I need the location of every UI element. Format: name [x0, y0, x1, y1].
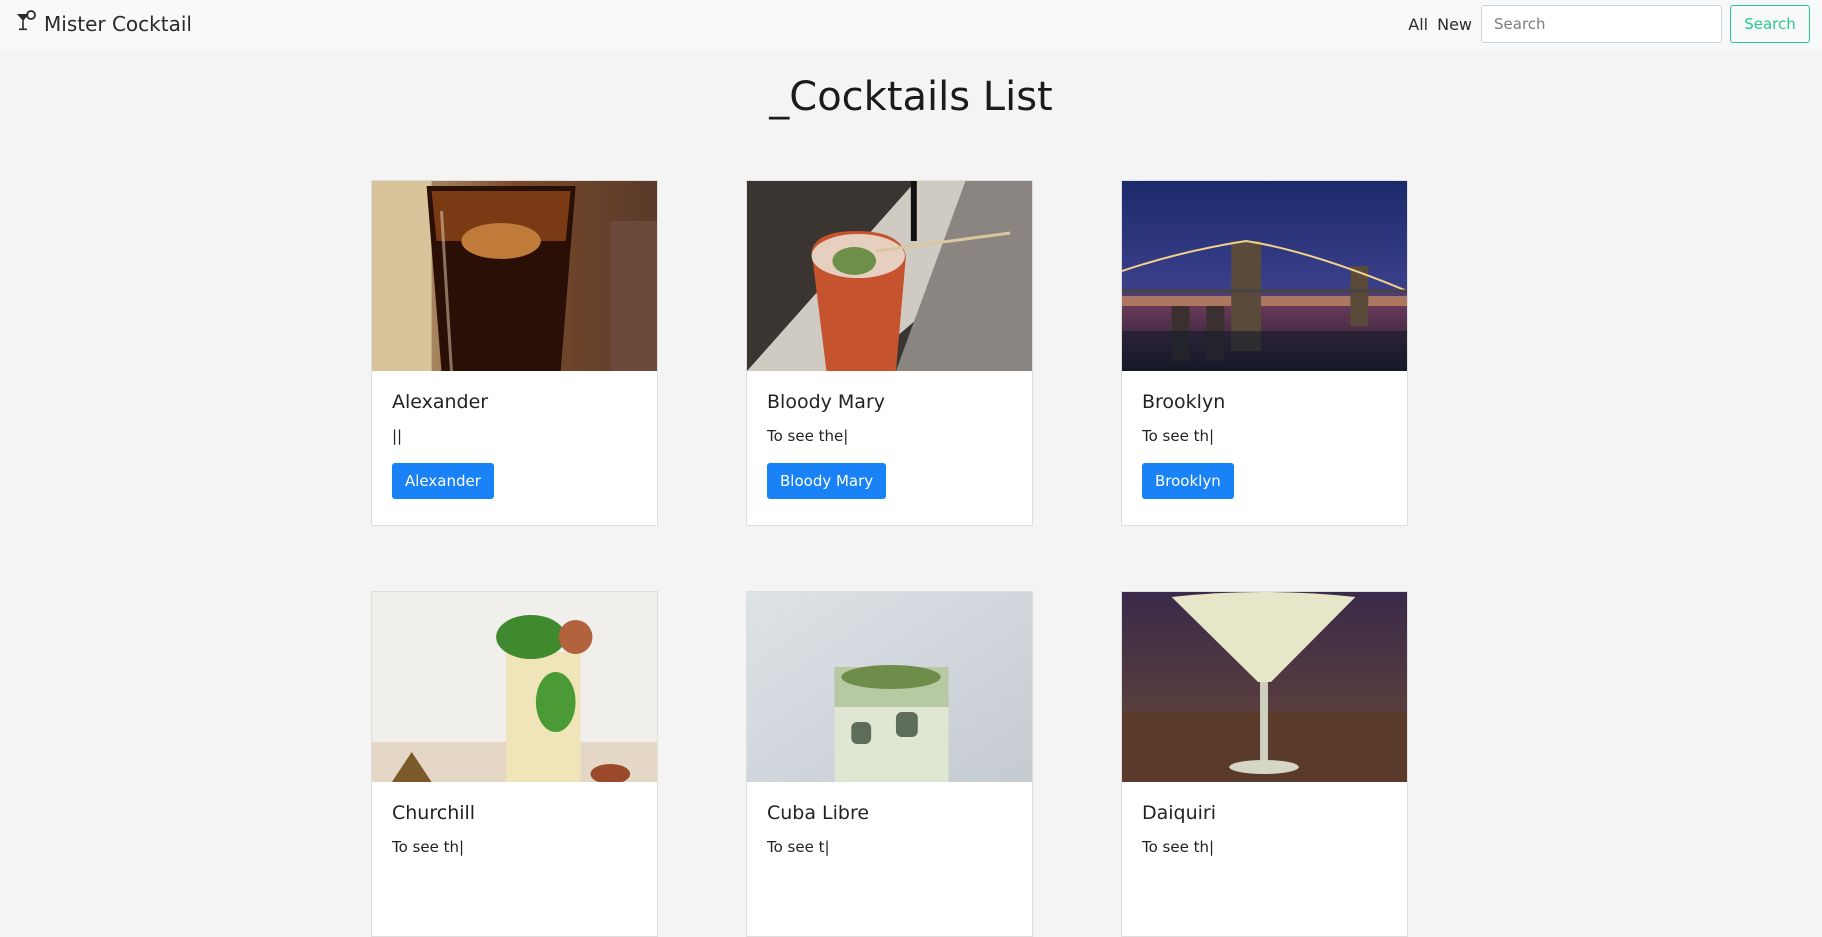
bloody-mary-photo: [747, 181, 1032, 371]
brand-link[interactable]: Mister Cocktail: [14, 8, 192, 40]
card-title: Daiquiri: [1142, 802, 1217, 824]
card-button[interactable]: Bloody Mary: [767, 463, 887, 499]
cocktail-card: Brooklyn To see th| Brooklyn: [1121, 180, 1408, 526]
cocktail-card: Alexander || Alexander: [371, 180, 658, 526]
card-title: Brooklyn: [1142, 391, 1226, 413]
card-text: To see t|: [767, 838, 830, 856]
cocktail-card: Daiquiri To see th|: [1121, 591, 1408, 937]
search-input[interactable]: [1481, 5, 1722, 43]
card-title: Cuba Libre: [767, 802, 870, 824]
daiquiri-photo: [1122, 592, 1407, 782]
card-text: To see th|: [1142, 427, 1215, 445]
nav-link-new[interactable]: New: [1437, 15, 1472, 34]
cocktail-glass-icon: [14, 9, 38, 39]
card-button[interactable]: Brooklyn: [1142, 463, 1234, 499]
navbar: Mister Cocktail All New Search: [0, 0, 1822, 51]
search-button[interactable]: Search: [1730, 5, 1810, 43]
brooklyn-bridge-photo: [1122, 181, 1407, 371]
card-text: To see th|: [1142, 838, 1215, 856]
brand-name: Mister Cocktail: [44, 12, 192, 36]
green-cocktail-photo: [747, 592, 1032, 782]
card-text: To see th|: [392, 838, 465, 856]
nav-links: All New Search: [1408, 5, 1810, 43]
mint-cocktail-photo: [372, 592, 657, 782]
card-title: Alexander: [392, 391, 489, 413]
card-text: To see the|: [767, 427, 849, 445]
page-title: _Cocktails List: [769, 74, 1053, 120]
cocktail-card: Churchill To see th|: [371, 591, 658, 937]
card-title: Churchill: [392, 802, 476, 824]
cocktail-card: Bloody Mary To see the| Bloody Mary: [746, 180, 1033, 526]
card-title: Bloody Mary: [767, 391, 885, 413]
card-button[interactable]: Alexander: [392, 463, 494, 499]
cocktail-card: Cuba Libre To see t|: [746, 591, 1033, 937]
card-text: ||: [392, 427, 403, 445]
cocktail-grid: Alexander || Alexander Bloody Mary To se…: [371, 180, 1409, 937]
nav-link-all[interactable]: All: [1408, 15, 1428, 34]
dark-rum-glass-photo: [372, 181, 657, 371]
